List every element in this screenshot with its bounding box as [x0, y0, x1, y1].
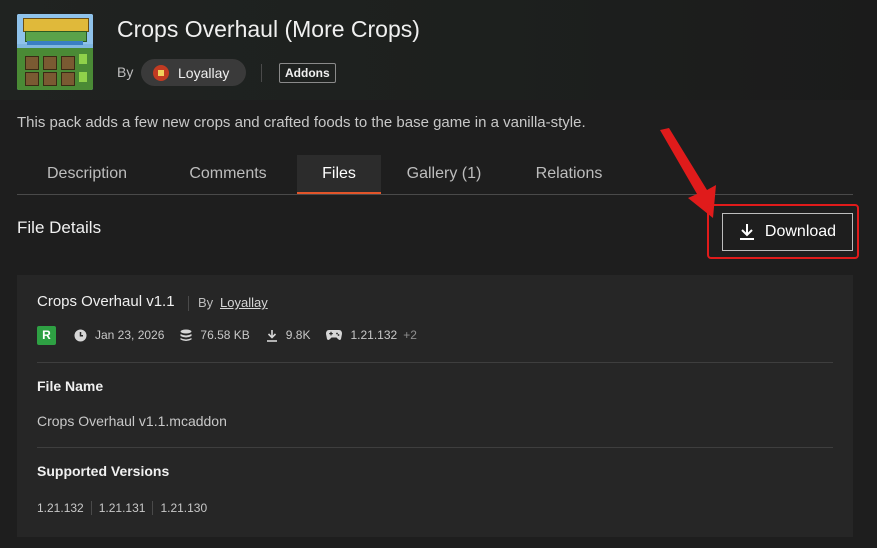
file-details-card: Crops Overhaul v1.1 By Loyallay R Jan 23…: [17, 275, 853, 537]
supported-version: 1.21.131: [90, 501, 153, 515]
thumbnail-crop-block: [25, 56, 39, 70]
author-avatar: [153, 64, 169, 81]
thumbnail-leaf: [79, 72, 87, 82]
header-divider: [261, 64, 262, 82]
project-header: [0, 0, 877, 100]
tab-files[interactable]: Files: [297, 155, 381, 194]
thumbnail-leaf: [79, 54, 87, 64]
section-title: File Details: [17, 218, 102, 237]
project-tabs: Description Comments Files Gallery (1) R…: [17, 155, 853, 195]
thumbnail-crop-block: [61, 56, 75, 70]
file-name-label: File Name: [37, 378, 104, 394]
tab-description[interactable]: Description: [17, 155, 157, 193]
download-icon: [739, 224, 754, 240]
file-title-divider: [188, 296, 189, 311]
download-count-icon: [266, 329, 277, 342]
supported-version: 1.21.130: [152, 501, 214, 515]
file-by-label: By: [198, 295, 214, 310]
tab-comments[interactable]: Comments: [159, 155, 297, 193]
tab-relations[interactable]: Relations: [509, 155, 629, 193]
divider: [37, 362, 833, 363]
thumbnail-crop-block: [25, 72, 39, 86]
thumbnail-crop-block: [43, 72, 57, 86]
by-label: By: [117, 64, 134, 80]
thumbnail-crop-block: [61, 72, 75, 86]
file-date: Jan 23, 2026: [74, 328, 164, 342]
supported-versions-list: 1.21.132 1.21.131 1.21.130: [37, 501, 214, 515]
divider: [37, 447, 833, 448]
file-size: 76.58 KB: [180, 328, 250, 342]
author-name: Loyallay: [178, 64, 230, 81]
tab-gallery[interactable]: Gallery (1): [381, 155, 507, 193]
download-button[interactable]: Download: [722, 213, 853, 251]
database-icon: [180, 329, 192, 341]
category-tag[interactable]: Addons: [279, 63, 336, 83]
project-thumbnail[interactable]: [17, 14, 93, 90]
file-size-value: 76.58 KB: [200, 328, 250, 342]
release-badge: R: [37, 325, 56, 345]
download-button-label: Download: [764, 223, 837, 240]
thumbnail-logo-banner: [27, 41, 83, 45]
file-downloads: 9.8K: [266, 328, 311, 342]
file-date-value: Jan 23, 2026: [95, 328, 165, 342]
file-downloads-value: 9.8K: [285, 328, 311, 342]
gamepad-icon: [326, 330, 343, 340]
clock-icon: [74, 329, 87, 341]
thumbnail-crop-block: [43, 56, 57, 70]
file-game-version: 1.21.132 +2: [326, 328, 417, 342]
author-link[interactable]: Loyallay: [141, 59, 246, 86]
file-name-value: Crops Overhaul v1.1.mcaddon: [37, 413, 227, 429]
file-version-title: Crops Overhaul v1.1: [37, 293, 175, 310]
supported-version: 1.21.132: [37, 501, 84, 515]
thumbnail-logo-top: [23, 18, 89, 32]
extra-versions-count[interactable]: +2: [403, 328, 417, 342]
project-description: This pack adds a few new crops and craft…: [17, 114, 586, 131]
file-author-link[interactable]: Loyallay: [220, 295, 268, 310]
file-meta-row: R Jan 23, 2026 76.58 KB 9.8K 1.21.132 +2: [37, 325, 433, 345]
supported-versions-label: Supported Versions: [37, 463, 170, 479]
game-version-value: 1.21.132: [350, 328, 398, 342]
project-title: Crops Overhaul (More Crops): [117, 16, 420, 42]
